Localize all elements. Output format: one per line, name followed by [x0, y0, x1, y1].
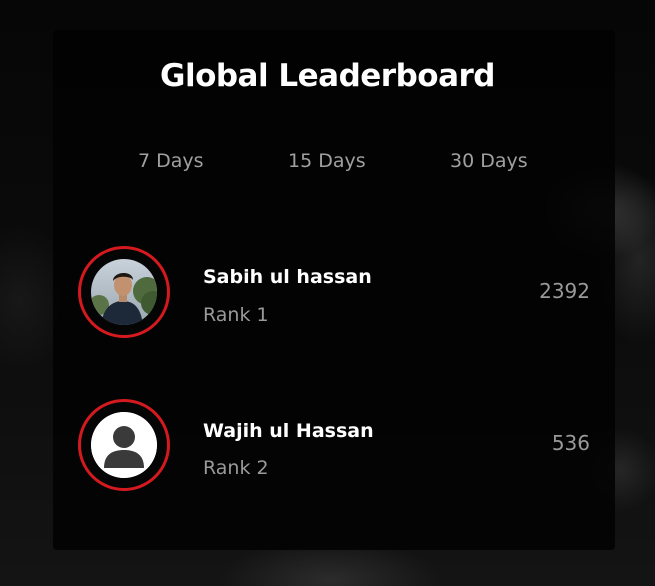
user-score: 2392	[539, 279, 590, 303]
avatar[interactable]	[78, 246, 170, 338]
user-rank: Rank 1	[203, 304, 269, 326]
default-user-icon	[91, 412, 157, 478]
avatar[interactable]	[78, 399, 170, 491]
user-name: Wajih ul Hassan	[203, 420, 374, 442]
leaderboard-row[interactable]: Wajih ul Hassan Rank 2 536	[53, 399, 615, 499]
user-rank: Rank 2	[203, 457, 269, 479]
period-tabs: 7 Days 15 Days 30 Days	[0, 150, 655, 176]
page-title: Global Leaderboard	[160, 58, 495, 94]
user-name: Sabih ul hassan	[203, 266, 372, 288]
leaderboard-row[interactable]: Sabih ul hassan Rank 1 2392	[53, 246, 615, 346]
tab-30-days[interactable]: 30 Days	[450, 150, 528, 172]
tab-7-days[interactable]: 7 Days	[138, 150, 204, 172]
user-photo-icon	[91, 259, 157, 325]
user-score: 536	[551, 431, 590, 455]
tab-15-days[interactable]: 15 Days	[288, 150, 366, 172]
